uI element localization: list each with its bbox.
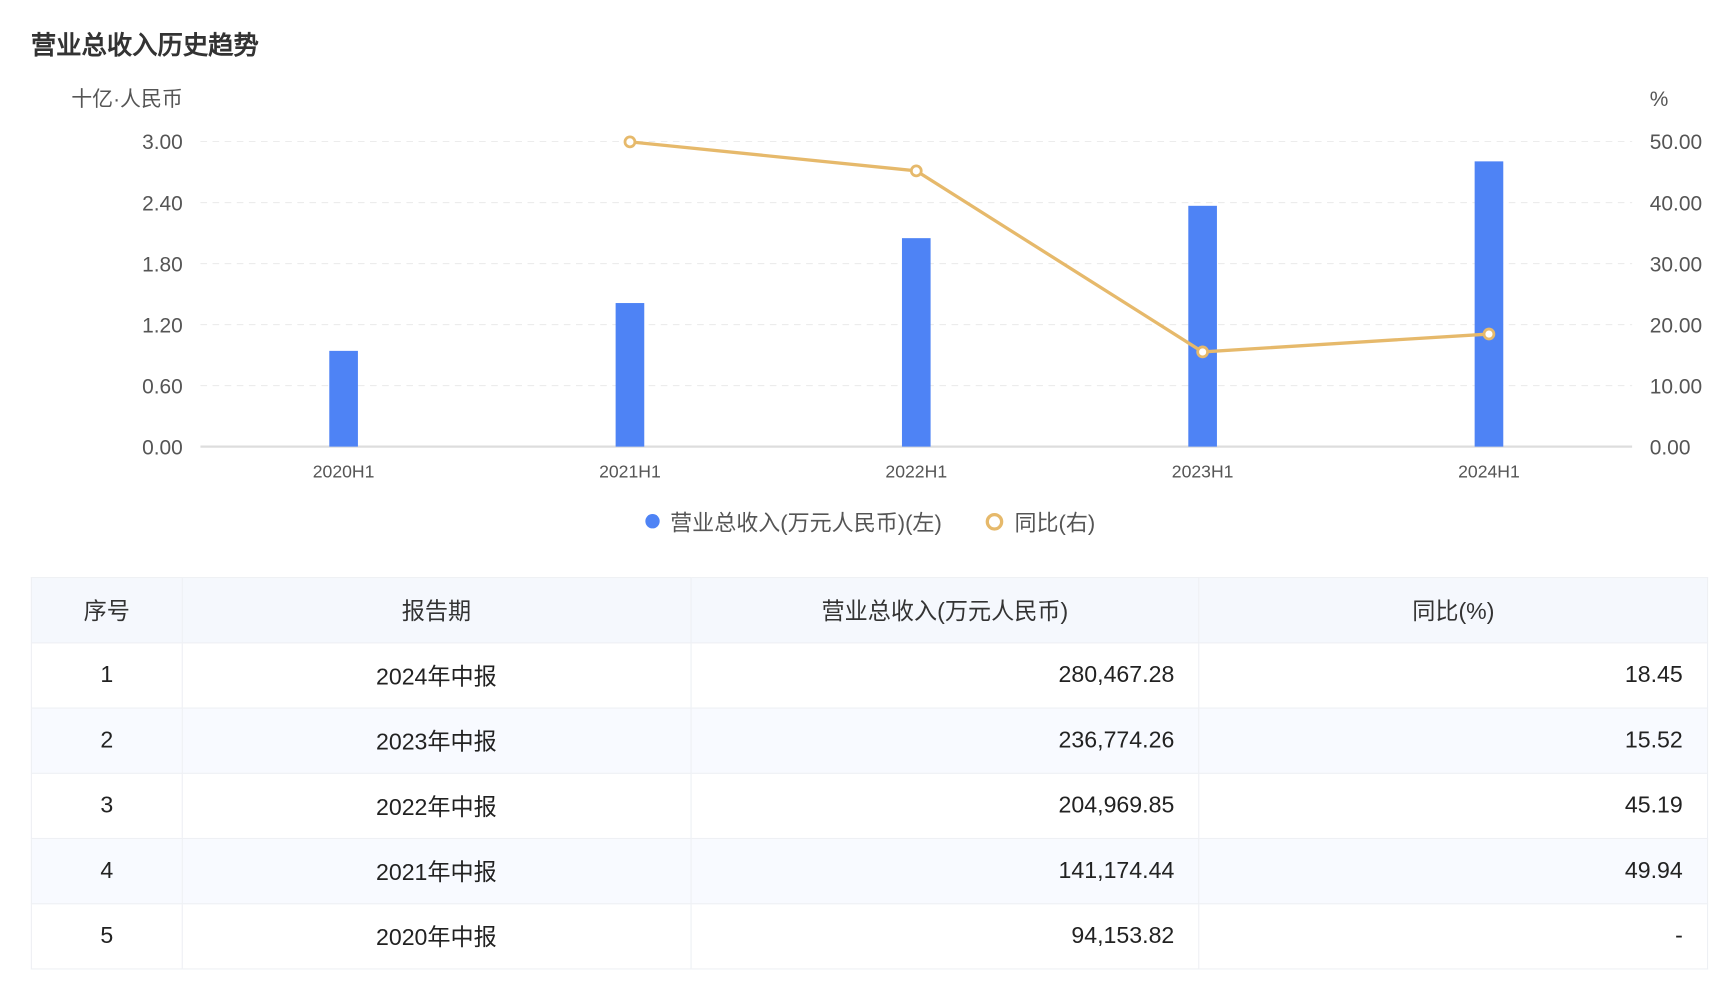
cell-yoy: 45.19	[1198, 772, 1709, 840]
cell-period: 2021年中报	[181, 837, 692, 905]
revenue-bar	[901, 238, 931, 447]
legend: 营业总收入(万元人民币)(左) 同比(右)	[0, 505, 1718, 537]
header-period: 报告期	[181, 577, 692, 644]
cell-index: 5	[30, 903, 183, 970]
yoy-point	[909, 164, 923, 178]
table-row: 3 2022年中报 204,969.85 45.19	[30, 772, 1709, 840]
revenue-bar	[329, 350, 358, 447]
cell-revenue: 204,969.85	[690, 772, 1200, 840]
table-header: 序号 报告期 营业总收入(万元人民币) 同比(%)	[30, 577, 1709, 644]
cell-index: 3	[30, 772, 183, 840]
right-tick-label: 30.00	[1650, 253, 1702, 276]
left-tick-label: 3.00	[142, 131, 183, 154]
header-index: 序号	[30, 577, 183, 644]
left-tick-label: 0.00	[142, 436, 183, 459]
cell-index: 1	[30, 642, 183, 709]
cell-revenue: 94,153.82	[690, 903, 1200, 970]
cell-revenue: 236,774.26	[690, 707, 1200, 774]
cell-period: 2024年中报	[181, 642, 692, 709]
left-tick-label: 1.80	[142, 253, 183, 276]
yoy-point	[1482, 327, 1496, 341]
cell-revenue: 280,467.28	[690, 642, 1200, 709]
x-tick-label: 2021H1	[599, 462, 661, 482]
left-tick-label: 0.60	[142, 375, 183, 398]
left-axis-label: 十亿·人民币	[71, 88, 183, 111]
yoy-point	[1196, 345, 1209, 359]
table-row: 1 2024年中报 280,467.28 18.45	[30, 642, 1709, 709]
legend-ring-icon	[985, 512, 1004, 531]
right-tick-label: 40.00	[1650, 192, 1702, 215]
x-tick-label: 2022H1	[885, 462, 947, 482]
table-row: 5 2020年中报 94,153.82-	[30, 903, 1709, 970]
right-tick-label: 20.00	[1650, 314, 1702, 337]
x-tick-label: 2023H1	[1172, 462, 1234, 482]
cell-yoy: -	[1198, 903, 1709, 970]
cell-yoy: 15.52	[1198, 707, 1709, 774]
left-tick-label: 1.20	[142, 314, 183, 337]
header-revenue: 营业总收入(万元人民币)	[690, 577, 1200, 644]
revenue-chart: 十亿·人民币 % 0.00 0.60 1.20 1.80 2.40 3.00 0.00 10.00…	[71, 88, 1702, 482]
x-tick-label: 2020H1	[313, 462, 375, 482]
legend-yoy[interactable]: 同比(右)	[985, 505, 1095, 537]
cell-index: 2	[30, 707, 183, 774]
revenue-bar	[1474, 161, 1504, 447]
x-tick-label: 2024H1	[1458, 462, 1520, 482]
revenue-bar	[615, 303, 645, 447]
cell-period: 2023年中报	[181, 707, 692, 774]
cell-yoy: 49.94	[1198, 837, 1709, 905]
cell-revenue: 141,174.44	[690, 837, 1200, 905]
yoy-line	[629, 140, 1490, 354]
cell-index: 4	[30, 837, 183, 905]
cell-period: 2020年中报	[181, 903, 692, 970]
cell-yoy: 18.45	[1198, 642, 1709, 709]
left-tick-label: 2.40	[142, 192, 183, 215]
right-tick-label: 50.00	[1650, 131, 1702, 154]
revenue-table: 序号 报告期 营业总收入(万元人民币) 同比(%) 1 2024年中报 280,46…	[30, 577, 1709, 970]
yoy-point	[623, 135, 637, 149]
table-row: 2 2023年中报 236,774.26 15.52	[30, 707, 1709, 774]
right-axis-label: %	[1650, 88, 1669, 111]
cell-period: 2022年中报	[181, 772, 692, 840]
legend-revenue[interactable]: 营业总收入(万元人民币)(左)	[644, 505, 942, 537]
header-yoy: 同比(%)	[1198, 577, 1709, 644]
right-tick-label: 0.00	[1650, 436, 1691, 459]
revenue-bar	[1188, 205, 1217, 447]
table-row: 4 2021年中报 141,174.44 49.94	[30, 837, 1709, 905]
legend-dot-icon	[644, 514, 660, 529]
right-tick-label: 10.00	[1650, 375, 1702, 398]
